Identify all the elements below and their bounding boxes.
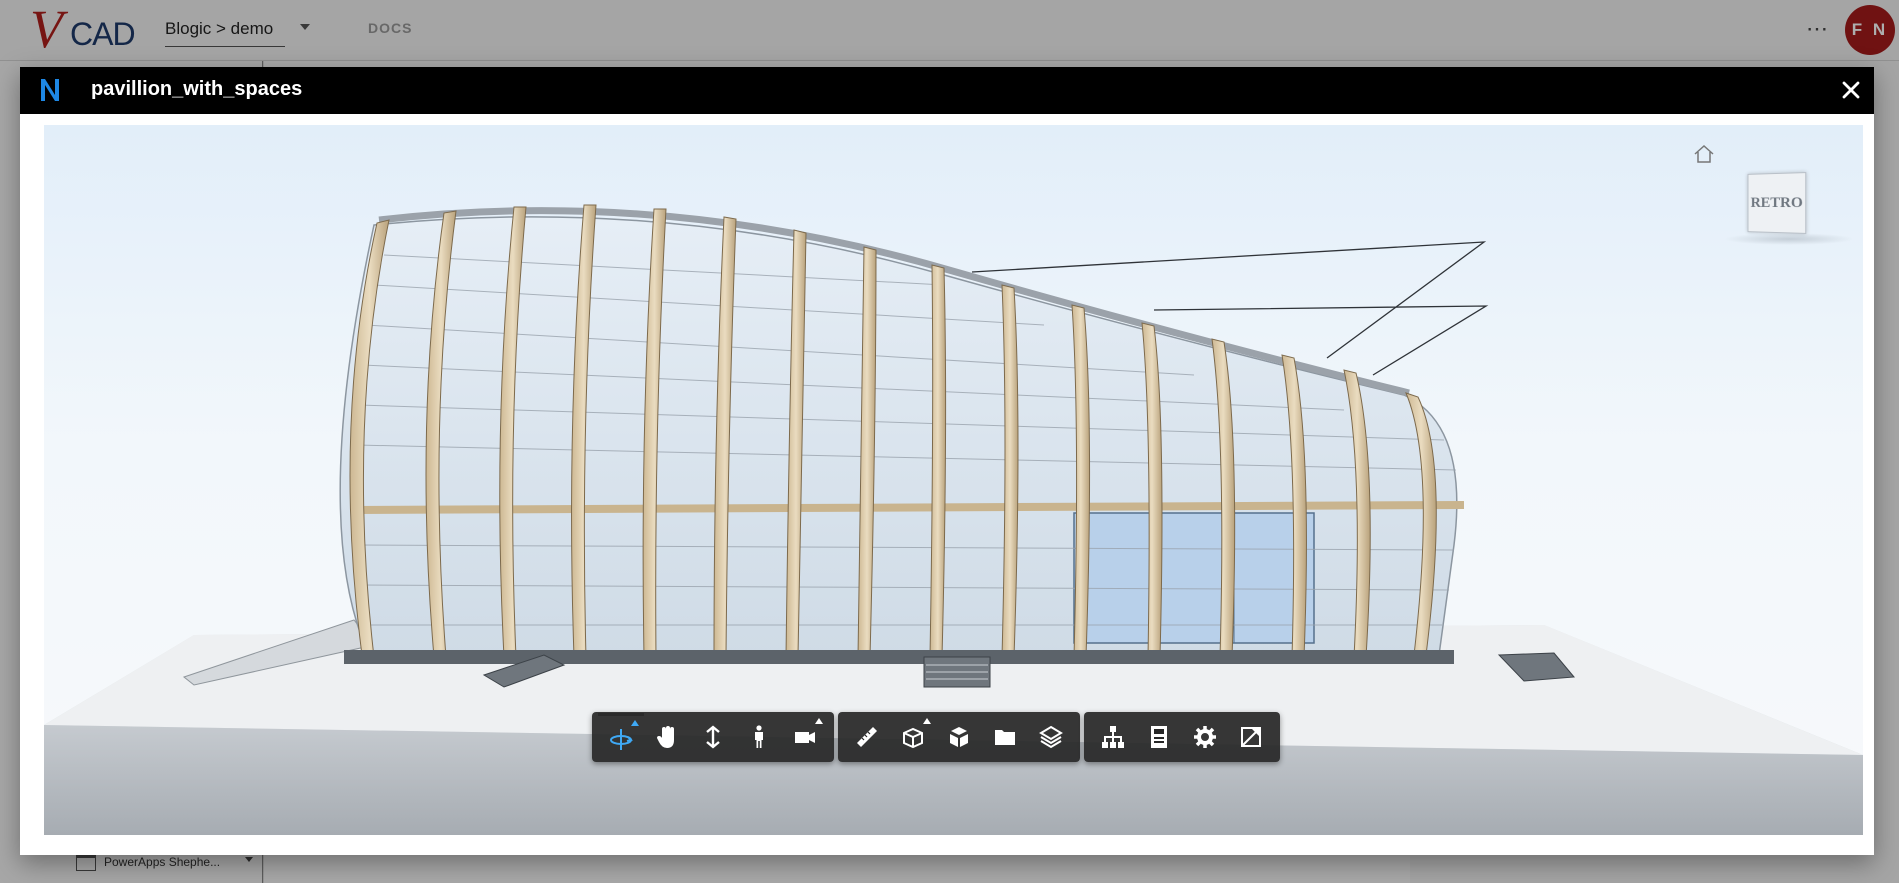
first-person-button[interactable] bbox=[736, 714, 782, 760]
modal-title: pavillion_with_spaces bbox=[91, 78, 303, 100]
viewer-modal: pavillion_with_spaces RETRO bbox=[20, 67, 1874, 855]
submenu-indicator bbox=[923, 718, 931, 724]
hand-icon bbox=[657, 726, 674, 748]
pan-button[interactable] bbox=[644, 714, 690, 760]
fullscreen-icon bbox=[1241, 727, 1261, 747]
close-icon[interactable] bbox=[1836, 75, 1866, 105]
camera-button[interactable] bbox=[782, 714, 828, 760]
viewcube-ring[interactable] bbox=[1724, 233, 1854, 245]
viewer-toolbar bbox=[592, 712, 1280, 762]
home-icon[interactable] bbox=[1693, 144, 1715, 164]
zoom-button[interactable] bbox=[690, 714, 736, 760]
orbit-icon bbox=[610, 728, 633, 750]
layers-button[interactable] bbox=[1028, 714, 1074, 760]
ruler-icon bbox=[857, 727, 877, 747]
camera-icon bbox=[795, 732, 815, 743]
explode-button[interactable] bbox=[936, 714, 982, 760]
toolbar-group-model bbox=[838, 712, 1080, 762]
hierarchy-icon bbox=[1102, 726, 1124, 748]
toolbar-group-navigation bbox=[592, 712, 834, 762]
modal-header: pavillion_with_spaces bbox=[20, 67, 1874, 114]
submenu-indicator bbox=[815, 718, 823, 724]
folder-icon bbox=[995, 730, 1015, 745]
layers-icon bbox=[1039, 725, 1063, 749]
documents-button[interactable] bbox=[982, 714, 1028, 760]
properties-button[interactable] bbox=[1136, 714, 1182, 760]
model-browser-button[interactable] bbox=[1090, 714, 1136, 760]
viewcube[interactable]: RETRO bbox=[1724, 172, 1854, 253]
fullscreen-button[interactable] bbox=[1228, 714, 1274, 760]
measure-button[interactable] bbox=[844, 714, 890, 760]
properties-icon bbox=[1151, 726, 1167, 748]
gear-icon bbox=[1194, 726, 1216, 748]
orbit-button[interactable] bbox=[598, 712, 644, 762]
toolbar-group-settings bbox=[1084, 712, 1280, 762]
viewcube-face[interactable]: RETRO bbox=[1747, 172, 1807, 234]
section-box-icon bbox=[903, 727, 923, 749]
updown-arrow-icon bbox=[706, 725, 720, 749]
section-button[interactable] bbox=[890, 714, 936, 760]
n-logo-icon bbox=[41, 79, 59, 101]
submenu-indicator bbox=[631, 719, 639, 726]
explode-cube-icon bbox=[950, 727, 968, 747]
person-icon bbox=[755, 725, 763, 748]
settings-button[interactable] bbox=[1182, 714, 1228, 760]
